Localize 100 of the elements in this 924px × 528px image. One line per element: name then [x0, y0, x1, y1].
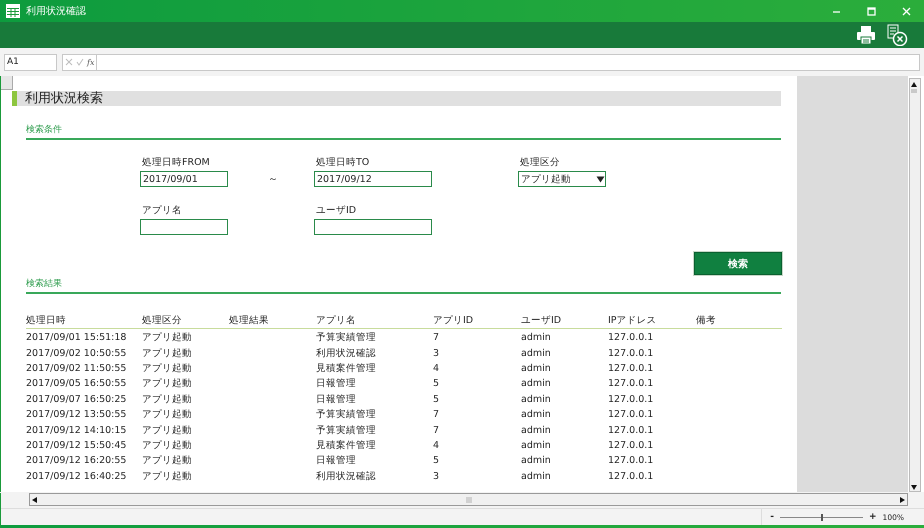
table-cell-text: 予算実績管理 [316, 424, 377, 437]
formula-field[interactable]: fx [62, 54, 920, 70]
table-cell-text: 127.0.0.1 [608, 362, 654, 374]
input-field[interactable] [140, 219, 228, 235]
table-cell-text: 2017/09/02 10:50:55 [26, 348, 128, 359]
table-cell-text: 見積案件管理 [316, 438, 377, 452]
scroll-right-icon[interactable] [899, 496, 907, 504]
zoom-out-button[interactable]: - [770, 512, 774, 522]
table-cell-text: 2017/09/02 11:50:55 [26, 362, 128, 374]
table-cell-text: 127.0.0.1 [608, 378, 654, 390]
table-cell-text: アプリ起動 [142, 362, 193, 375]
column-header: 処理日時 [26, 314, 67, 327]
table-cell-text: admin [521, 348, 552, 359]
table-cell-text: 7 [433, 332, 440, 344]
maximize-icon[interactable] [867, 6, 876, 16]
table-cell-text: 2017/09/12 15:50:45 [26, 440, 128, 451]
table-cell-text: 3 [433, 470, 440, 482]
table-cell-text: admin [521, 455, 552, 466]
table-cell-text: 予算実績管理 [316, 331, 377, 344]
column-header: アプリID [433, 314, 474, 327]
table-cell-text: admin [521, 394, 552, 405]
table-cell-text: 見積案件管理 [316, 362, 377, 375]
column-header: IPアドレス [608, 314, 658, 327]
table-cell-text: admin [521, 470, 552, 482]
field-label: アプリ名 [142, 204, 183, 217]
table-cell-text: 127.0.0.1 [608, 348, 654, 359]
table-cell-text: 127.0.0.1 [608, 332, 654, 344]
dropdown[interactable]: アプリ起動 [518, 171, 606, 187]
table-cell-text: admin [521, 424, 552, 436]
table-cell-text: アプリ起動 [142, 424, 193, 437]
table-cell-text: 日報管理 [316, 454, 357, 468]
table-cell-text: アプリ起動 [142, 377, 193, 390]
horizontal-scrollbar[interactable] [29, 493, 908, 506]
column-header: 備考 [696, 314, 717, 327]
field-label: 処理日時FROM [142, 156, 211, 169]
search-button[interactable]: 検索 [694, 252, 782, 275]
table-cell-text: 127.0.0.1 [608, 424, 654, 436]
table-cell-text: 127.0.0.1 [608, 409, 654, 420]
table-cell-text: 2017/09/12 16:20:55 [26, 455, 128, 466]
field-label: 処理日時TO [316, 156, 370, 169]
table-cell-text: 127.0.0.1 [608, 440, 654, 451]
table-cell-text: 7 [433, 424, 440, 436]
table-icon [6, 4, 20, 18]
section-title: 検索条件 [26, 123, 781, 140]
field-label: 処理区分 [520, 156, 561, 169]
table-cell-text: アプリ起動 [142, 470, 193, 483]
close-icon[interactable] [902, 6, 911, 16]
table-cell-text: 5 [433, 378, 440, 390]
table-cell-text: アプリ起動 [142, 346, 193, 360]
table-cell-text: 4 [433, 440, 440, 451]
table-cell-text: 2017/09/12 13:50:55 [26, 409, 128, 420]
scroll-down-icon[interactable] [910, 483, 918, 491]
cell-reference-field[interactable]: A1 [4, 54, 57, 70]
table-cell-text: 2017/09/12 14:10:15 [26, 424, 128, 436]
table-cell-text: admin [521, 332, 552, 344]
field-label: ユーザID [316, 204, 358, 217]
check-icon[interactable] [76, 58, 84, 66]
table-cell-text: アプリ起動 [142, 331, 193, 344]
input-field[interactable] [314, 219, 432, 235]
section-heading: 利用状況検索 [12, 91, 781, 106]
table-cell-text: admin [521, 440, 552, 451]
section-title: 検索結果 [26, 277, 781, 294]
table-cell-text: 3 [433, 348, 440, 359]
table-cell-text: アプリ起動 [142, 438, 193, 452]
scroll-left-icon[interactable] [30, 496, 38, 504]
input-field[interactable]: 2017/09/12 [314, 171, 432, 187]
vertical-scrollbar[interactable] [909, 78, 921, 492]
table-cell-text: 利用状況確認 [316, 470, 377, 483]
table-cell-text: 127.0.0.1 [608, 394, 654, 405]
table-cell-text: 5 [433, 455, 440, 466]
table-cell-text: 2017/09/01 15:51:18 [26, 332, 128, 344]
table-cell-text: 5 [433, 394, 440, 405]
table-cell-text: 2017/09/07 16:50:25 [26, 394, 128, 405]
dropdown-arrow-icon[interactable] [596, 176, 605, 182]
scroll-grip-icon [466, 496, 472, 502]
table-cell-text: 2017/09/05 16:50:55 [26, 378, 128, 390]
table-cell-text: 予算実績管理 [316, 408, 377, 422]
spreadsheet-export-icon[interactable] [886, 24, 908, 46]
zoom-in-button[interactable]: + [869, 512, 877, 522]
table-cell-text: 4 [433, 362, 440, 374]
column-header: 処理区分 [142, 314, 183, 327]
table-cell-text: アプリ起動 [142, 408, 193, 422]
range-separator: ～ [268, 172, 278, 186]
column-header: 処理結果 [229, 314, 270, 327]
select-all-cell[interactable] [1, 76, 13, 90]
column-header: アプリ名 [316, 314, 357, 327]
table-cell-text: 日報管理 [316, 377, 357, 390]
table-cell-text: 7 [433, 409, 440, 420]
function-button[interactable]: fx [87, 58, 94, 66]
table-cell-text: アプリ起動 [142, 392, 193, 406]
table-cell-text: アプリ起動 [142, 454, 193, 468]
input-field[interactable]: 2017/09/01 [140, 171, 228, 187]
table-cell-text: admin [521, 378, 552, 390]
column-header: ユーザID [521, 314, 562, 327]
table-cell-text: 127.0.0.1 [608, 455, 654, 466]
table-cell-text: admin [521, 362, 552, 374]
table-cell-text: 2017/09/12 16:40:25 [26, 470, 128, 482]
table-cell-text: 日報管理 [316, 392, 357, 406]
table-cell-text: admin [521, 409, 552, 420]
table-cell-text: 利用状況確認 [316, 346, 377, 360]
